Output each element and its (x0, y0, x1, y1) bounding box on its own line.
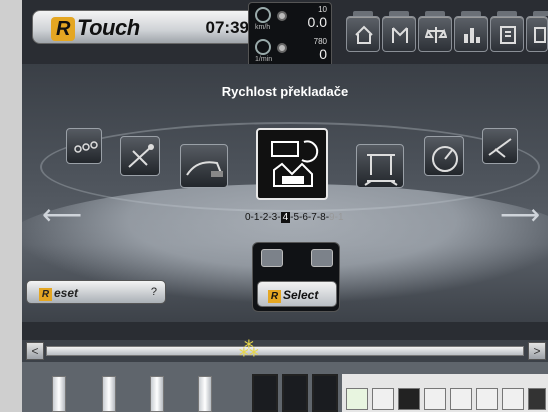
slot[interactable] (312, 374, 338, 412)
clock: 07:39 (205, 18, 249, 37)
bottom-strip (22, 362, 548, 412)
home-button[interactable] (346, 11, 380, 52)
slot[interactable] (252, 374, 278, 412)
select-panel: R Select (252, 242, 340, 312)
logo: R Touch (51, 15, 140, 41)
rpm-unit: 1/min (255, 56, 273, 63)
select-mark: R (268, 290, 281, 303)
speed-small: 10 (318, 5, 327, 14)
tab-marker (533, 11, 548, 16)
reset-mark: R (39, 288, 52, 301)
link-icon (128, 144, 154, 168)
gauge-panel: km/h 10 0.0 1/min 780 0 (248, 2, 332, 70)
slider-left-button[interactable]: < (26, 342, 44, 360)
reset-hint: ? (150, 286, 157, 298)
speed-gauge: km/h 10 0.0 (255, 5, 331, 35)
main-panel: Rychlost překladače ⟵ ⟶ 0-1-2-3- 4 -5-6-… (22, 64, 548, 322)
frame: R Touch 07:39 km/h 10 0.0 1/min 780 0 Ry… (0, 0, 548, 412)
gauge-icon (432, 146, 458, 172)
slider-right-button[interactable]: > (528, 342, 546, 360)
brand-bar: R Touch 07:39 (32, 10, 262, 44)
logo-mark: R (51, 17, 75, 41)
step-current: 4 (280, 212, 291, 223)
menu-icon (534, 27, 546, 43)
tool-icon (488, 138, 512, 158)
carousel-item-gauge[interactable] (424, 136, 464, 176)
carousel-item-link[interactable] (120, 136, 160, 176)
reset-label: eset (54, 286, 79, 300)
tab-marker (389, 11, 409, 16)
terminal-screen: R Touch 07:39 km/h 10 0.0 1/min 780 0 Ry… (22, 0, 548, 412)
column-indicator (150, 376, 164, 412)
speed-value: 0.0 (307, 14, 327, 30)
carousel-item-switch[interactable] (256, 128, 328, 200)
tab-marker (353, 11, 373, 16)
more-icon[interactable] (528, 388, 546, 410)
select-button[interactable]: R Select (257, 281, 337, 307)
lift-icon (364, 154, 398, 186)
carousel-item-tool[interactable] (482, 128, 518, 164)
steering-icon (74, 141, 98, 153)
carousel-item-vehicle[interactable] (180, 144, 228, 188)
bar-chart-icon (464, 28, 480, 43)
empty-slot[interactable] (502, 388, 524, 410)
menu-button[interactable] (526, 11, 548, 52)
rpm-gauge: 1/min 780 0 (255, 37, 331, 67)
status-strip (342, 374, 548, 412)
scroll-right-arrow[interactable]: ⟶ (500, 198, 540, 231)
headland-button[interactable] (382, 11, 416, 52)
page-title: Rychlost překladače (221, 84, 349, 99)
statistics-button[interactable] (454, 11, 488, 52)
steps-before: 0-1-2-3- (245, 212, 281, 223)
logo-text: Touch (77, 15, 140, 40)
empty-slot[interactable] (424, 388, 446, 410)
slider-thumb[interactable]: ⁂ (239, 340, 259, 362)
slider-track[interactable]: ⁂ (46, 340, 524, 360)
tractor-icon[interactable] (398, 388, 420, 410)
switch-icon (271, 140, 319, 187)
balance-icon (425, 27, 447, 43)
slider-bar: < ⁂ > (22, 340, 548, 362)
step-indicator: 0-1-2-3- 4 -5-6-7-8-9-1 (245, 212, 344, 223)
speedometer-icon (255, 7, 271, 23)
speed-unit: km/h (255, 24, 271, 31)
rpm-icon (255, 39, 271, 55)
column-indicator (102, 376, 116, 412)
tab-marker (461, 11, 481, 16)
headland-icon (392, 27, 408, 43)
vehicle-icon (186, 161, 223, 177)
document-button[interactable] (490, 11, 524, 52)
carousel-item-steering[interactable] (66, 128, 102, 164)
slot[interactable] (282, 374, 308, 412)
status-dot-icon (277, 11, 287, 21)
balance-button[interactable] (418, 11, 452, 52)
field-icon[interactable] (346, 388, 368, 410)
rpm-small: 780 (313, 37, 327, 46)
decrease-button[interactable] (261, 249, 283, 267)
scroll-left-arrow[interactable]: ⟵ (42, 198, 82, 231)
rpm-value: 0 (319, 46, 327, 62)
empty-slot[interactable] (476, 388, 498, 410)
reset-button[interactable]: Reset ? (26, 280, 166, 304)
increase-button[interactable] (311, 249, 333, 267)
road-icon[interactable] (372, 388, 394, 410)
carousel-item-lift[interactable] (356, 144, 404, 188)
empty-slot[interactable] (450, 388, 472, 410)
column-indicator (52, 376, 66, 412)
tab-marker (497, 11, 517, 16)
home-icon (355, 25, 373, 44)
steps-dimmed: 9-1 (329, 212, 344, 223)
tab-marker (425, 11, 445, 16)
steps-after: -5-6-7-8- (290, 212, 330, 223)
select-label: Select (283, 288, 319, 302)
status-dot-icon (277, 43, 287, 53)
document-icon (500, 26, 516, 44)
column-indicator (198, 376, 212, 412)
